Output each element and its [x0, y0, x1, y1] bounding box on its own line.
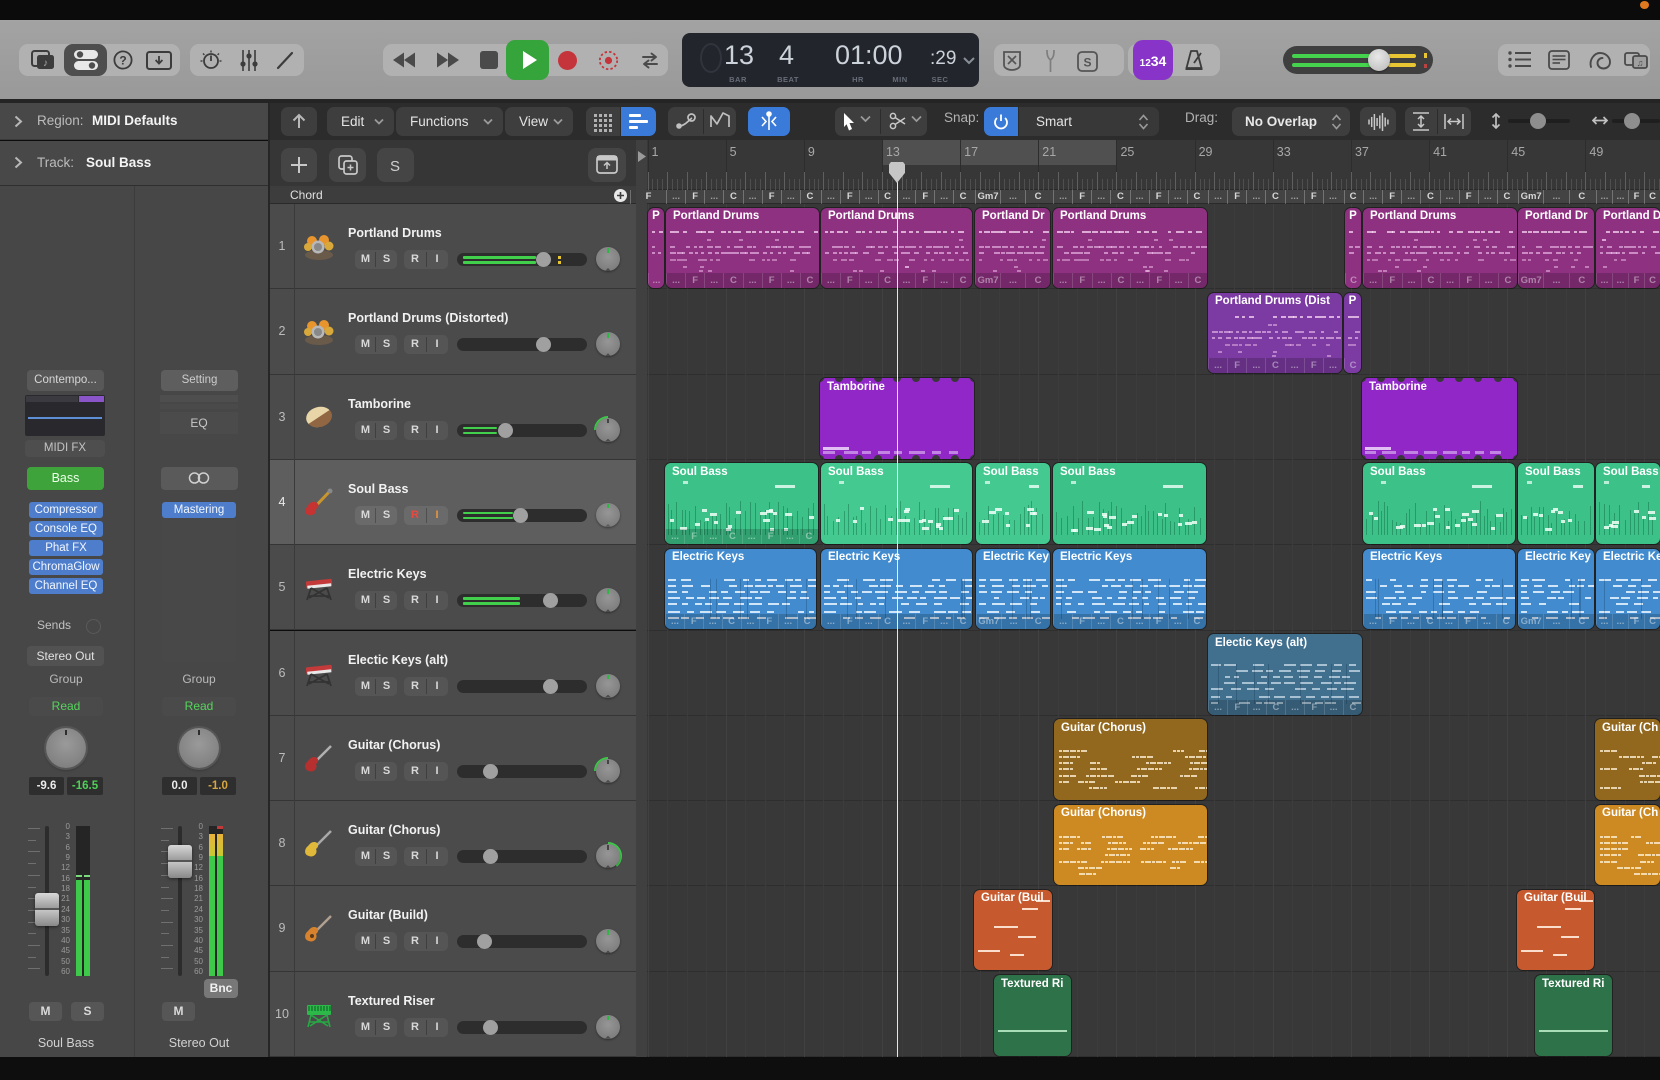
svg-text:♫: ♫: [1637, 58, 1644, 68]
svg-text:?: ?: [119, 54, 126, 68]
svg-text:S: S: [1083, 56, 1091, 70]
svg-text:S: S: [390, 158, 400, 175]
svg-text:♪: ♪: [43, 58, 48, 69]
svg-text:1234: 1234: [1140, 53, 1167, 69]
